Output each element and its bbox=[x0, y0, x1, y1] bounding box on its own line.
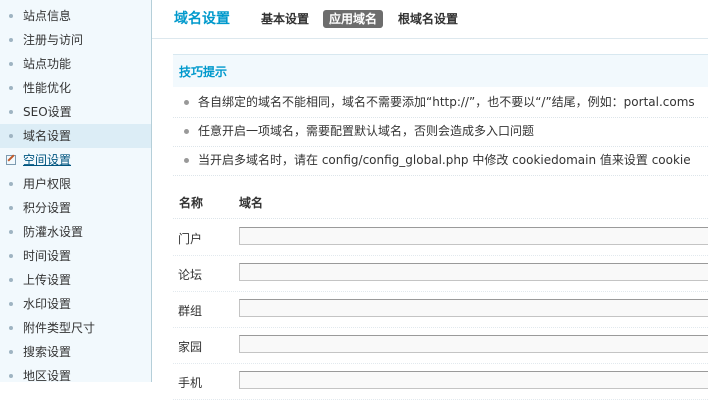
bullet-icon bbox=[9, 278, 13, 282]
bullet-icon bbox=[9, 374, 13, 378]
sidebar-item-label: SEO设置 bbox=[23, 105, 72, 119]
sidebar-item-search[interactable]: 搜索设置 bbox=[0, 340, 151, 364]
sidebar-item-register-access[interactable]: 注册与访问 bbox=[0, 28, 151, 52]
bullet-icon bbox=[9, 230, 13, 234]
sidebar-item-anti-flood[interactable]: 防灌水设置 bbox=[0, 220, 151, 244]
table-row: 群组 bbox=[173, 291, 708, 328]
tip-item: 任意开启一项域名，需要配置默认域名，否则会造成多入口问题 bbox=[173, 117, 708, 147]
sidebar-item-label: 防灌水设置 bbox=[23, 225, 84, 239]
sidebar-item-space[interactable]: 空间设置 bbox=[0, 148, 151, 172]
tips-title: 技巧提示 bbox=[179, 65, 228, 79]
sidebar-item-label: 积分设置 bbox=[23, 201, 72, 215]
sidebar-item-label: 站点功能 bbox=[23, 57, 72, 71]
sidebar-item-domain[interactable]: 域名设置 bbox=[0, 124, 151, 148]
sidebar-item-label: 上传设置 bbox=[23, 273, 72, 287]
table-row: 论坛 bbox=[173, 255, 708, 292]
sidebar: 站点信息 注册与访问 站点功能 性能优化 SEO设置 域名设置 空间设置 用户权… bbox=[0, 0, 152, 382]
sidebar-item-seo[interactable]: SEO设置 bbox=[0, 100, 151, 124]
sidebar-item-label: 站点信息 bbox=[23, 9, 72, 23]
bullet-icon bbox=[184, 129, 189, 134]
tip-text: 各自绑定的域名不能相同，域名不需要添加“http://”，也不要以“/”结尾，例… bbox=[198, 95, 695, 109]
bullet-icon bbox=[9, 206, 13, 210]
bullet-icon bbox=[184, 100, 189, 105]
row-label-home: 家园 bbox=[178, 340, 203, 354]
sidebar-item-site-info[interactable]: 站点信息 bbox=[0, 4, 151, 28]
column-header-domain: 域名 bbox=[239, 196, 264, 210]
sidebar-item-watermark[interactable]: 水印设置 bbox=[0, 292, 151, 316]
sidebar-item-label: 搜索设置 bbox=[23, 345, 72, 359]
sidebar-item-region[interactable]: 地区设置 bbox=[0, 364, 151, 382]
portal-domain-input[interactable] bbox=[239, 227, 708, 245]
sidebar-item-site-features[interactable]: 站点功能 bbox=[0, 52, 151, 76]
sidebar-item-label: 性能优化 bbox=[23, 81, 72, 95]
sidebar-item-label: 地区设置 bbox=[23, 369, 72, 382]
tips-header: 技巧提示 bbox=[173, 54, 708, 87]
tip-item: 当开启多域名时，请在 config/config_global.php 中修改 … bbox=[173, 146, 708, 176]
sidebar-item-label: 附件类型尺寸 bbox=[23, 321, 96, 335]
sidebar-item-attachment-types[interactable]: 附件类型尺寸 bbox=[0, 316, 151, 340]
bullet-icon bbox=[9, 134, 13, 138]
sidebar-item-credits[interactable]: 积分设置 bbox=[0, 196, 151, 220]
bullet-icon bbox=[9, 62, 13, 66]
tab-basic-settings[interactable]: 基本设置 bbox=[261, 10, 309, 28]
sidebar-item-upload[interactable]: 上传设置 bbox=[0, 268, 151, 292]
bullet-icon bbox=[9, 182, 13, 186]
sidebar-item-time[interactable]: 时间设置 bbox=[0, 244, 151, 268]
tip-text: 任意开启一项域名，需要配置默认域名，否则会造成多入口问题 bbox=[198, 124, 535, 138]
sidebar-item-performance[interactable]: 性能优化 bbox=[0, 76, 151, 100]
mobile-domain-input[interactable] bbox=[239, 371, 708, 389]
bullet-icon bbox=[9, 110, 13, 114]
sidebar-item-label: 用户权限 bbox=[23, 177, 72, 191]
bullet-icon bbox=[9, 14, 13, 18]
column-header-name: 名称 bbox=[179, 196, 204, 210]
bullet-icon bbox=[184, 158, 189, 163]
edit-icon bbox=[6, 155, 16, 165]
bullet-icon bbox=[9, 326, 13, 330]
home-domain-input[interactable] bbox=[239, 335, 708, 353]
forum-domain-input[interactable] bbox=[239, 263, 708, 281]
tab-root-domain[interactable]: 根域名设置 bbox=[398, 10, 458, 28]
row-label-portal: 门户 bbox=[178, 232, 203, 246]
bullet-icon bbox=[9, 86, 13, 90]
page-title: 域名设置 bbox=[174, 11, 230, 27]
bullet-icon bbox=[9, 302, 13, 306]
sidebar-item-user-permissions[interactable]: 用户权限 bbox=[0, 172, 151, 196]
tip-item: 各自绑定的域名不能相同，域名不需要添加“http://”，也不要以“/”结尾，例… bbox=[173, 88, 708, 118]
row-label-forum: 论坛 bbox=[178, 268, 203, 282]
sidebar-item-label: 水印设置 bbox=[23, 297, 72, 311]
sidebar-item-label: 时间设置 bbox=[23, 249, 72, 263]
group-domain-input[interactable] bbox=[239, 299, 708, 317]
bullet-icon bbox=[9, 254, 13, 258]
tip-text: 当开启多域名时，请在 config/config_global.php 中修改 … bbox=[198, 153, 691, 167]
bullet-icon bbox=[9, 38, 13, 42]
header-divider bbox=[152, 38, 708, 39]
row-label-group: 群组 bbox=[178, 304, 203, 318]
row-label-mobile: 手机 bbox=[178, 376, 203, 390]
table-row: 门户 bbox=[173, 219, 708, 256]
sidebar-item-label: 域名设置 bbox=[23, 129, 72, 143]
table-header: 名称 域名 bbox=[173, 185, 708, 219]
table-row: 家园 bbox=[173, 327, 708, 364]
bullet-icon bbox=[9, 350, 13, 354]
sidebar-item-label: 注册与访问 bbox=[23, 33, 84, 47]
sidebar-item-label: 空间设置 bbox=[23, 153, 72, 167]
tab-app-domain[interactable]: 应用域名 bbox=[323, 10, 384, 28]
